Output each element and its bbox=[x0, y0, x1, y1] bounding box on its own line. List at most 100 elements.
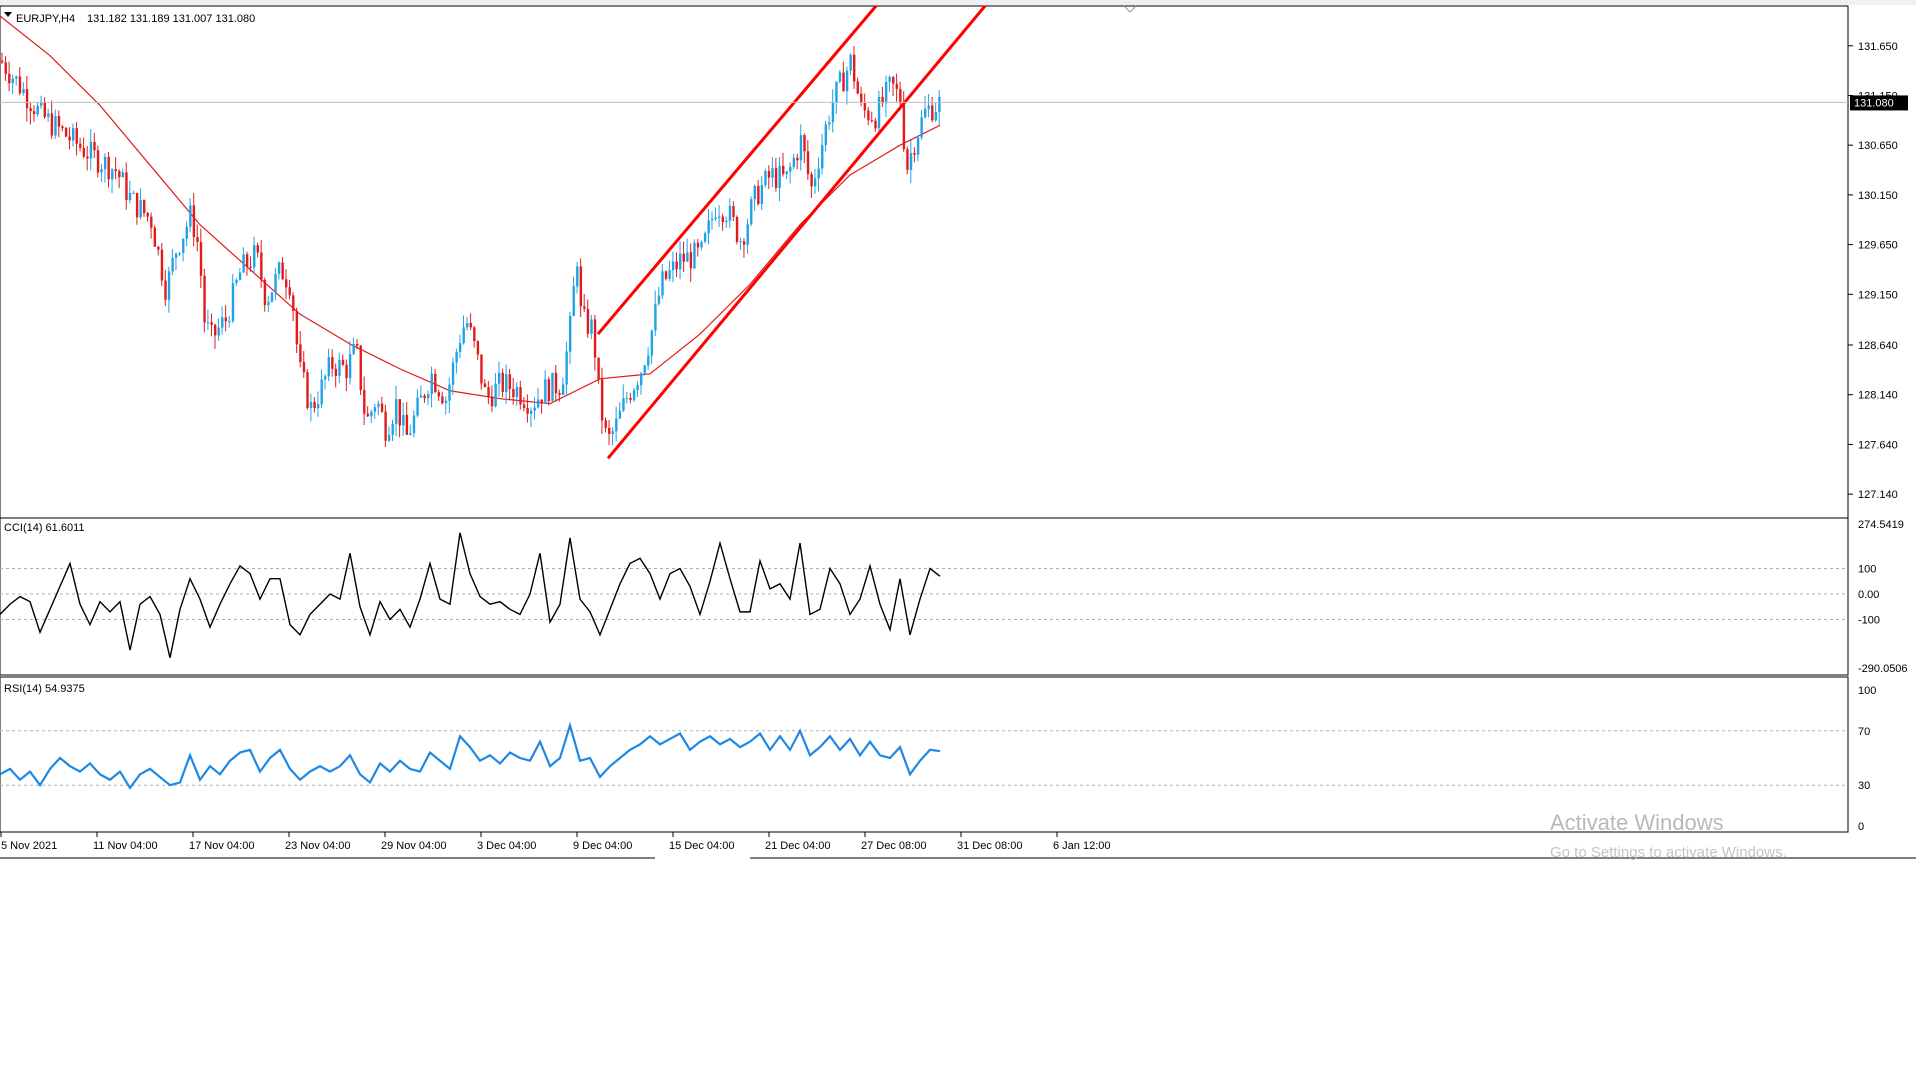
candle-body bbox=[118, 171, 121, 178]
candle-body bbox=[505, 374, 508, 392]
candle-body bbox=[728, 206, 732, 221]
rsi-tick-label: 0 bbox=[1858, 821, 1864, 833]
time-tick-label: 31 Dec 08:00 bbox=[957, 840, 1022, 852]
rsi-panel[interactable] bbox=[0, 676, 1849, 833]
candle-body bbox=[569, 315, 572, 352]
candle-body bbox=[288, 287, 291, 296]
candle-body bbox=[782, 165, 785, 175]
candle-body bbox=[703, 233, 707, 242]
candle-body bbox=[718, 216, 721, 218]
candle-body bbox=[306, 372, 309, 408]
candle-body bbox=[760, 185, 764, 205]
candle-body bbox=[529, 410, 533, 414]
candle-body bbox=[725, 220, 728, 222]
candle-body bbox=[554, 372, 558, 394]
candle-body bbox=[792, 157, 796, 167]
candle-body bbox=[810, 174, 813, 187]
candle-body bbox=[483, 383, 487, 388]
candle-body bbox=[93, 141, 96, 151]
candle-body bbox=[295, 310, 299, 345]
candle-body bbox=[448, 384, 451, 401]
candle-body bbox=[164, 280, 167, 300]
chart-window[interactable]: 131.650131.150130.650130.150129.650129.1… bbox=[0, 0, 1916, 1076]
candle-body bbox=[72, 128, 75, 141]
candle-body bbox=[8, 73, 11, 84]
candle-body bbox=[54, 115, 57, 136]
candle-body bbox=[302, 362, 306, 373]
candle-body bbox=[561, 384, 565, 395]
candle-body bbox=[537, 399, 540, 408]
candle-body bbox=[324, 376, 327, 380]
candle-body bbox=[799, 135, 803, 161]
cci-panel[interactable] bbox=[0, 517, 1849, 676]
candle-body bbox=[182, 238, 185, 254]
candle-body bbox=[611, 431, 614, 434]
candle-body bbox=[32, 111, 36, 115]
candle-body bbox=[178, 253, 181, 255]
candle-body bbox=[82, 147, 86, 157]
candle-body bbox=[544, 379, 547, 404]
candle-body bbox=[625, 397, 629, 399]
candle-body bbox=[583, 306, 586, 309]
candle-body bbox=[79, 143, 82, 148]
candle-body bbox=[370, 411, 373, 417]
candle-body bbox=[466, 322, 469, 328]
candle-body bbox=[135, 192, 139, 218]
candle-body bbox=[838, 72, 842, 82]
candle-body bbox=[111, 169, 114, 180]
candle-body bbox=[565, 351, 568, 385]
price-tick-label: 129.650 bbox=[1858, 240, 1898, 252]
candle-body bbox=[57, 115, 61, 127]
candle-body bbox=[121, 172, 125, 178]
candle-body bbox=[476, 341, 480, 355]
chart-symbol: EURJPY,H4 bbox=[16, 13, 75, 25]
candle-body bbox=[490, 396, 494, 407]
candle-body bbox=[732, 206, 735, 217]
candle-body bbox=[224, 317, 228, 322]
candle-body bbox=[281, 262, 284, 280]
candle-body bbox=[767, 170, 771, 178]
candle-body bbox=[455, 351, 458, 363]
candle-body bbox=[498, 372, 501, 384]
candle-body bbox=[348, 354, 352, 379]
candle-body bbox=[909, 152, 913, 170]
candle-body bbox=[231, 283, 235, 322]
candle-body bbox=[806, 151, 810, 175]
candle-body bbox=[473, 327, 476, 342]
candle-body bbox=[419, 395, 423, 398]
candle-body bbox=[146, 212, 149, 217]
candle-body bbox=[210, 322, 213, 325]
candle-body bbox=[61, 126, 64, 129]
candle-body bbox=[331, 357, 334, 369]
candle-body bbox=[867, 110, 870, 121]
candle-body bbox=[341, 359, 345, 365]
candle-body bbox=[785, 171, 788, 175]
candle-body bbox=[845, 70, 849, 92]
candle-body bbox=[192, 205, 196, 238]
price-tick-label: 128.640 bbox=[1858, 340, 1898, 352]
candle-body bbox=[746, 224, 749, 245]
candle-body bbox=[604, 420, 607, 428]
candle-body bbox=[494, 383, 497, 407]
candle-body bbox=[143, 200, 146, 213]
candle-body bbox=[508, 374, 512, 390]
candle-body bbox=[657, 295, 661, 304]
candle-body bbox=[739, 241, 742, 243]
candle-body bbox=[235, 280, 238, 284]
candle-body bbox=[171, 257, 174, 272]
candle-body bbox=[267, 301, 270, 306]
candle-body bbox=[150, 216, 153, 228]
candle-body bbox=[469, 322, 472, 328]
activate-windows-title: Activate Windows bbox=[1550, 810, 1724, 835]
candle-body bbox=[199, 241, 203, 276]
candle-body bbox=[778, 165, 781, 188]
main-price-panel[interactable] bbox=[0, 5, 1849, 519]
candle-body bbox=[64, 128, 68, 137]
candle-body bbox=[750, 199, 753, 225]
candle-body bbox=[661, 271, 664, 296]
cci-tick-label: 274.5419 bbox=[1858, 519, 1904, 531]
candle-body bbox=[501, 372, 504, 392]
candle-body bbox=[292, 295, 295, 311]
candle-body bbox=[679, 253, 682, 270]
candle-body bbox=[260, 252, 263, 280]
